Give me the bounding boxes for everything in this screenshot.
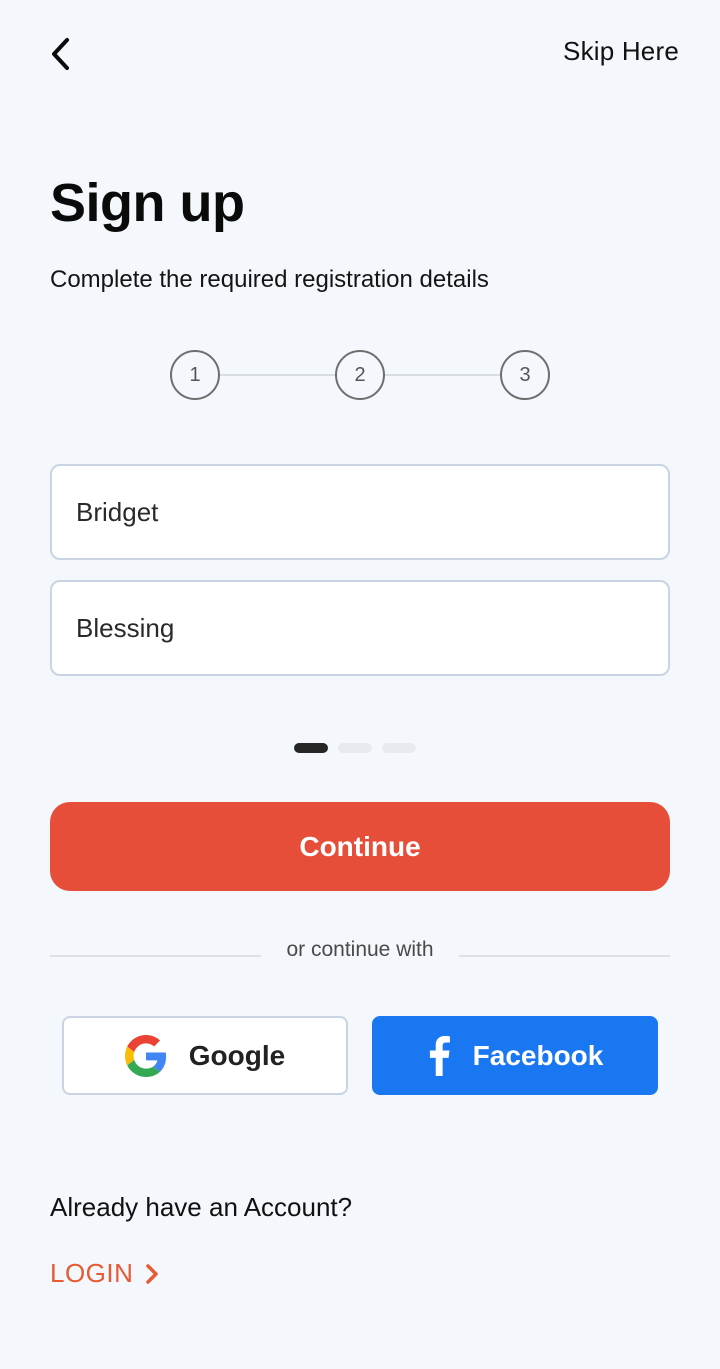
step-connector	[385, 374, 500, 376]
chevron-left-icon	[52, 38, 69, 70]
google-button[interactable]: Google	[62, 1016, 348, 1095]
google-label: Google	[188, 1039, 286, 1071]
step-1: 1	[170, 350, 220, 400]
skip-link[interactable]: Skip Here	[563, 36, 679, 67]
already-have-account-text: Already have an Account?	[50, 1192, 353, 1222]
step-connector	[220, 374, 335, 376]
page-dot-active	[294, 743, 328, 753]
divider-text: or continue with	[286, 938, 434, 961]
chevron-right-icon	[146, 1263, 159, 1284]
login-label: LOGIN	[50, 1258, 134, 1288]
page-subtitle: Complete the required registration detai…	[50, 266, 489, 293]
first-name-input[interactable]	[50, 464, 670, 560]
step-2: 2	[335, 350, 385, 400]
last-name-input[interactable]	[50, 580, 670, 676]
back-button[interactable]	[40, 32, 80, 76]
registration-stepper: 1 2 3	[170, 350, 550, 400]
page-indicator	[294, 743, 416, 753]
page-dot	[382, 743, 416, 753]
facebook-button[interactable]: Facebook	[372, 1016, 658, 1095]
google-icon	[124, 1034, 166, 1077]
page-title: Sign up	[50, 173, 245, 233]
facebook-label: Facebook	[472, 1039, 604, 1071]
login-link[interactable]: LOGIN	[50, 1258, 159, 1289]
facebook-icon	[429, 1035, 450, 1076]
step-3: 3	[500, 350, 550, 400]
continue-button[interactable]: Continue	[50, 802, 670, 891]
page-dot	[338, 743, 372, 753]
